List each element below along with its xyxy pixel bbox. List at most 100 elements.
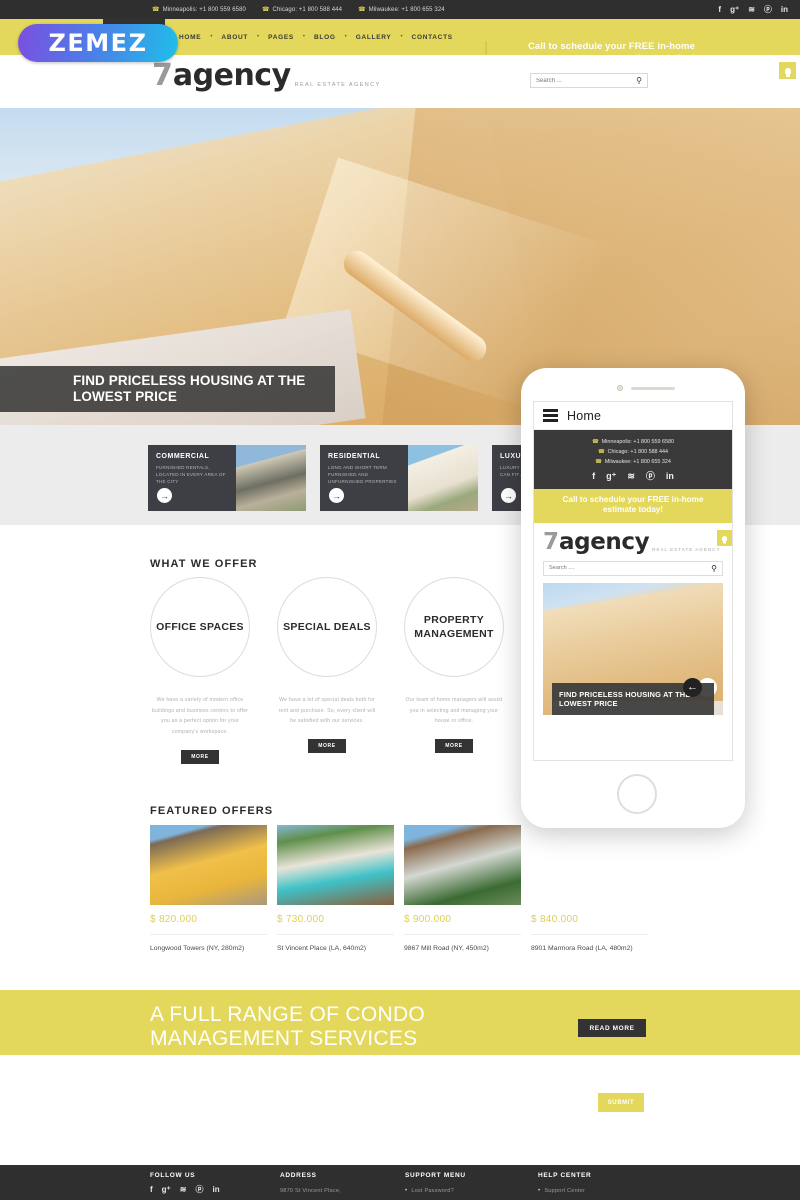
category-arrow-icon[interactable]: → [329,488,344,503]
mobile-hero-slider[interactable]: ← → FIND PRICELESS HOUSING AT THE LOWEST… [543,582,723,715]
mobile-menu-bar[interactable]: Home [534,402,732,430]
phone-item[interactable]: ☎ Chicago: +1 800 588 444 [261,6,342,14]
featured-name: 9867 Mill Road (NY, 450m2) [404,945,489,952]
google-plus-icon[interactable]: g⁺ [162,1186,171,1194]
mobile-phone-text: Milwaukee: +1 800 655 324 [604,459,671,465]
phone-screen: Home ☎ Minneapolis: +1 800 559 6580 ☎ Ch… [533,401,733,761]
nav-item-about[interactable]: ABOUT [212,34,257,41]
mobile-logo-number: 7 [543,528,560,555]
google-plus-icon[interactable]: g⁺ [606,472,616,481]
zemez-logo-badge[interactable]: ZEMEZ [18,24,178,62]
search-icon[interactable]: ⚲ [711,564,722,573]
phone-item[interactable]: ☎ Minneapolis: +1 800 559 6580 [152,6,246,14]
linkedin-icon[interactable]: in [666,472,674,481]
offer-circle[interactable]: OFFICE SPACES [150,577,250,677]
featured-price: $ 900.000 [404,914,521,935]
logo-word: agency [172,58,291,93]
footer-address-text: 9870 St Vincent Place, [280,1188,341,1194]
nav-item-gallery[interactable]: GALLERY [347,34,401,41]
offer-desc: We have a lot of special deals both for … [278,697,376,725]
slider-prev-arrow-icon[interactable]: ← [683,677,702,697]
category-arrow-icon[interactable]: → [157,488,172,503]
offer-card-office-spaces: OFFICE SPACES We have a variety of moder… [150,577,250,764]
hero-caption-text: FIND PRICELESS HOUSING AT THE LOWEST PRI… [73,372,306,404]
footer-link-support-center[interactable]: Support Center [538,1188,668,1194]
offer-circle[interactable]: SPECIAL DEALS [277,577,377,677]
google-plus-icon[interactable]: g⁺ [730,5,739,14]
hamburger-menu-icon[interactable] [543,409,558,422]
offer-more-button[interactable]: MORE [181,749,219,764]
featured-image [404,825,521,905]
offer-circle[interactable]: PROPERTY MANAGEMENT [404,577,504,677]
page-root: ☎ Minneapolis: +1 800 559 6580 ☎ Chicago… [0,0,800,1200]
mobile-user-account-tab[interactable] [717,530,732,546]
site-logo[interactable]: 7 agency REAL ESTATE AGENCY [152,58,381,93]
offer-desc: Our team of home managers will assist yo… [405,697,503,725]
nav-item-blog[interactable]: BLOG [305,34,345,41]
footer-columns: FOLLOW US f g⁺ ≋ ⓟ in ADDRESS 9870 St Vi… [150,1172,668,1194]
pinterest-icon[interactable]: ⓟ [764,5,772,14]
offer-card-special-deals: SPECIAL DEALS We have a lot of special d… [277,577,377,764]
submit-button[interactable]: SUBMIT [598,1093,644,1112]
mobile-phone-item[interactable]: ☎ Milwaukee: +1 800 655 324 [534,457,732,467]
footer-social: f g⁺ ≋ ⓟ in [150,1186,280,1194]
mobile-menu-label: Home [567,408,602,423]
nav-separator: • [302,34,306,40]
mobile-site-logo[interactable]: 7 agency REAL ESTATE AGENCY [534,523,732,561]
linkedin-icon[interactable]: in [781,5,788,14]
mobile-search-input[interactable] [544,565,712,571]
category-arrow-icon[interactable]: → [501,488,516,503]
mobile-social-links: f g⁺ ≋ ⓟ in [534,472,732,481]
category-card-residential[interactable]: RESIDENTIAL LONG AND SHORT TERM FURNISHE… [320,445,478,511]
phone-icon: ☎ [591,439,599,445]
offer-desc: We have a variety of modern office build… [151,697,249,735]
search-box[interactable]: ⚲ [530,73,648,88]
phone-item[interactable]: ☎ Milwaukee: +1 800 655 324 [358,6,445,14]
mobile-phone-item[interactable]: ☎ Chicago: +1 800 588 444 [534,447,732,457]
footer-column-follow-us: FOLLOW US f g⁺ ≋ ⓟ in [150,1172,280,1194]
footer-heading: HELP CENTER [538,1172,592,1179]
nav-separator: • [210,34,213,40]
mobile-cta-text: Call to schedule your FREE in-home estim… [534,489,732,523]
category-image [236,445,306,511]
phone-list: ☎ Minneapolis: +1 800 559 6580 ☎ Chicago… [152,6,445,14]
facebook-icon[interactable]: f [718,5,721,14]
phone-home-button[interactable] [617,774,657,814]
facebook-icon[interactable]: f [150,1186,153,1194]
phone-icon: ☎ [261,7,270,13]
pinterest-icon[interactable]: ⓟ [195,1186,203,1194]
linkedin-icon[interactable]: in [212,1186,219,1194]
featured-card[interactable]: $ 820.000 Longwood Towers (NY, 280m2) [150,825,267,955]
offer-title: OFFICE SPACES [156,620,244,633]
footer-link-lost-password[interactable]: Lost Password? [405,1188,538,1194]
read-more-button[interactable]: READ MORE [578,1019,646,1037]
rss-icon[interactable]: ≋ [627,472,635,481]
offer-cards: OFFICE SPACES We have a variety of moder… [150,577,504,764]
featured-price: $ 730.000 [277,914,394,935]
search-input[interactable] [531,77,637,84]
nav-links: HOME • ABOUT • PAGES • BLOG • GALLERY • … [170,19,462,55]
facebook-icon[interactable]: f [592,472,595,481]
mobile-phone-item[interactable]: ☎ Minneapolis: +1 800 559 6580 [534,437,732,447]
user-account-tab[interactable] [779,62,796,79]
logo-tagline: REAL ESTATE AGENCY [294,81,381,88]
rss-icon[interactable]: ≋ [748,5,755,14]
search-icon[interactable]: ⚲ [636,76,647,85]
offer-more-button[interactable]: MORE [435,738,473,753]
cta-band-title: A FULL RANGE OF CONDO MANAGEMENT SERVICE… [150,1003,426,1050]
featured-card[interactable]: $ 900.000 9867 Mill Road (NY, 450m2) [404,825,521,955]
nav-item-pages[interactable]: PAGES [259,34,303,41]
phone-text: Milwaukee: +1 800 655 324 [368,6,445,13]
featured-cards: $ 820.000 Longwood Towers (NY, 280m2) $ … [150,825,648,955]
featured-card[interactable]: $ 840.000 8901 Marmora Road (LA, 480m2) [531,825,648,955]
hero-caption: FIND PRICELESS HOUSING AT THE LOWEST PRI… [0,366,335,412]
nav-item-contacts[interactable]: CONTACTS [403,34,462,41]
offer-card-property-management: PROPERTY MANAGEMENT Our team of home man… [404,577,504,764]
phone-icon: ☎ [595,459,602,465]
mobile-search-box[interactable]: ⚲ [543,560,723,576]
pinterest-icon[interactable]: ⓟ [646,472,655,481]
featured-card[interactable]: $ 730.000 St Vincent Place (LA, 640m2) [277,825,394,955]
offer-more-button[interactable]: MORE [308,738,346,753]
rss-icon[interactable]: ≋ [180,1186,187,1194]
category-card-commercial[interactable]: COMMERCIAL FURNISHED RENTALS, LOCATED IN… [148,445,306,511]
